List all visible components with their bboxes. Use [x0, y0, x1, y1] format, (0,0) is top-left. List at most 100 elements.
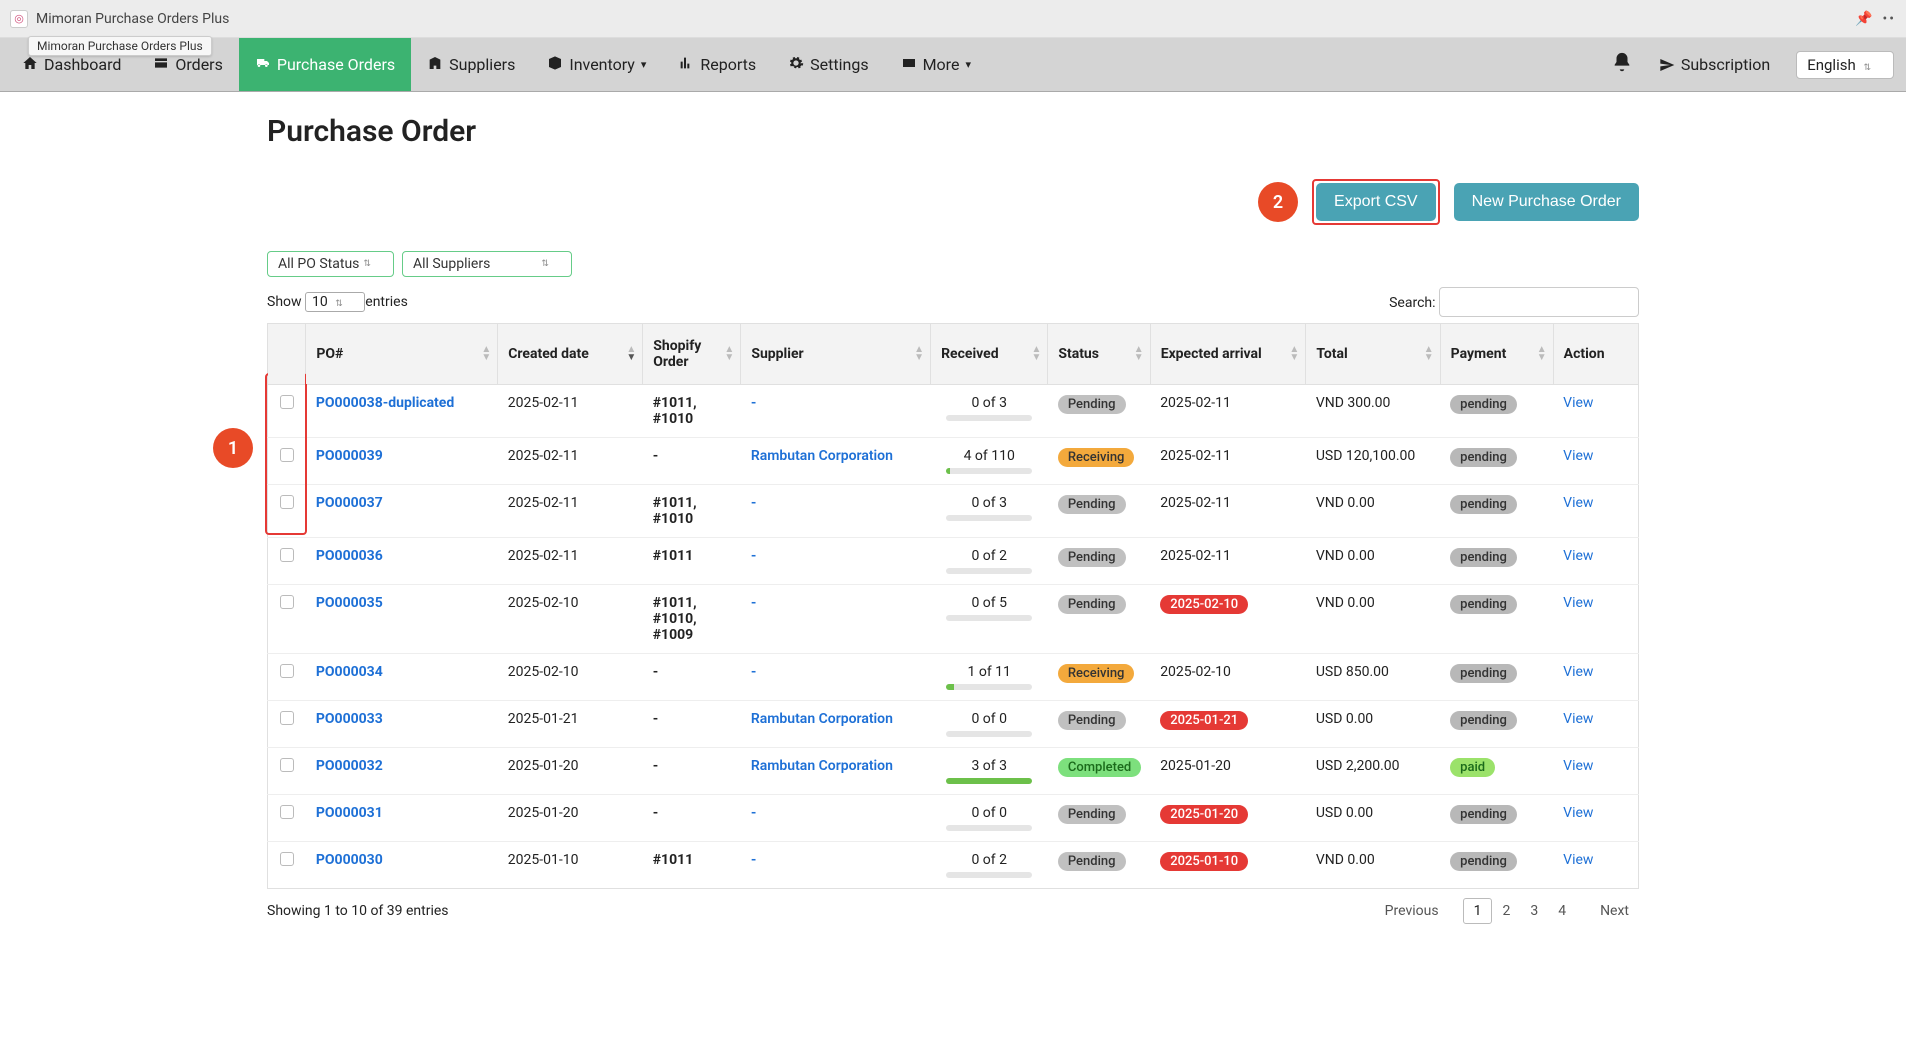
chevron-down-icon: ▾: [641, 58, 647, 71]
table-row: PO000038-duplicated2025-02-11#1011, #101…: [268, 385, 1639, 438]
nav-item-label: Suppliers: [449, 55, 515, 74]
view-link[interactable]: View: [1563, 548, 1593, 564]
column-header[interactable]: Created date▲▼: [498, 324, 643, 385]
received-text: 0 of 0: [971, 711, 1007, 727]
search-label: Search:: [1389, 295, 1435, 311]
view-link[interactable]: View: [1563, 852, 1593, 868]
view-link[interactable]: View: [1563, 805, 1593, 821]
nav-item-purchase-orders[interactable]: Purchase Orders: [239, 38, 411, 91]
payment-badge: pending: [1450, 548, 1517, 567]
status-badge: Pending: [1058, 548, 1126, 567]
view-link[interactable]: View: [1563, 758, 1593, 774]
column-header[interactable]: [268, 324, 306, 385]
sort-icon: ▲▼: [1424, 346, 1434, 362]
po-link[interactable]: PO000033: [316, 711, 383, 727]
po-link[interactable]: PO000035: [316, 595, 383, 611]
po-link[interactable]: PO000031: [316, 805, 383, 821]
pager-page[interactable]: 2: [1492, 899, 1520, 923]
column-header[interactable]: Received▲▼: [931, 324, 1048, 385]
table-info: Showing 1 to 10 of 39 entries: [267, 903, 449, 919]
more-icon[interactable]: ••: [1883, 11, 1896, 27]
status-badge: Pending: [1058, 395, 1126, 414]
search-control: Search:: [1389, 287, 1639, 317]
created-date: 2025-02-11: [498, 385, 643, 438]
status-filter-select[interactable]: All PO Status ⇅: [267, 251, 394, 277]
status-filter-value: All PO Status: [278, 256, 359, 272]
pager-next[interactable]: Next: [1590, 899, 1639, 923]
view-link[interactable]: View: [1563, 448, 1593, 464]
view-link[interactable]: View: [1563, 495, 1593, 511]
column-header[interactable]: Payment▲▼: [1440, 324, 1553, 385]
pager-previous[interactable]: Previous: [1375, 899, 1449, 923]
sort-icon: ▲▼: [724, 346, 734, 362]
column-header[interactable]: PO#▲▼: [306, 324, 498, 385]
column-header[interactable]: Expected arrival▲▼: [1150, 324, 1306, 385]
app-icon: ◎: [10, 10, 28, 28]
pin-icon[interactable]: 📌: [1855, 11, 1872, 27]
received-text: 0 of 3: [971, 495, 1007, 511]
column-header[interactable]: Total▲▼: [1306, 324, 1440, 385]
view-link[interactable]: View: [1563, 664, 1593, 680]
notifications-icon[interactable]: [1611, 51, 1633, 78]
export-csv-button[interactable]: Export CSV: [1316, 183, 1436, 221]
table-row: PO0000392025-02-11-Rambutan Corporation4…: [268, 438, 1639, 485]
po-link[interactable]: PO000032: [316, 758, 383, 774]
row-checkbox[interactable]: [280, 758, 294, 772]
eta-overdue-badge: 2025-01-21: [1160, 711, 1248, 730]
po-link[interactable]: PO000039: [316, 448, 383, 464]
row-checkbox[interactable]: [280, 548, 294, 562]
row-checkbox[interactable]: [280, 805, 294, 819]
column-header[interactable]: Action: [1553, 324, 1638, 385]
po-link[interactable]: PO000037: [316, 495, 383, 511]
received-progress: 0 of 5: [941, 595, 1038, 621]
nav-item-more[interactable]: More▾: [885, 38, 987, 91]
row-checkbox[interactable]: [280, 395, 294, 409]
view-link[interactable]: View: [1563, 595, 1593, 611]
column-header[interactable]: Status▲▼: [1048, 324, 1150, 385]
nav-subscription[interactable]: Subscription: [1653, 55, 1776, 74]
pager-page[interactable]: 1: [1463, 898, 1493, 924]
po-link[interactable]: PO000030: [316, 852, 383, 868]
eta-date: 2025-02-10: [1150, 654, 1306, 701]
received-text: 3 of 3: [971, 758, 1007, 774]
nav-item-suppliers[interactable]: Suppliers: [411, 38, 531, 91]
column-header[interactable]: Shopify Order▲▼: [643, 324, 741, 385]
row-checkbox[interactable]: [280, 664, 294, 678]
search-input[interactable]: [1439, 287, 1639, 317]
supplier-link[interactable]: Rambutan Corporation: [751, 448, 893, 464]
po-link[interactable]: PO000034: [316, 664, 383, 680]
status-badge: Pending: [1058, 595, 1126, 614]
row-checkbox[interactable]: [280, 852, 294, 866]
supplier-link[interactable]: Rambutan Corporation: [751, 711, 893, 727]
supplier-empty: -: [751, 548, 757, 564]
pager-page[interactable]: 3: [1520, 899, 1548, 923]
view-link[interactable]: View: [1563, 395, 1593, 411]
length-select[interactable]: 10 ⇅: [305, 292, 365, 312]
view-link[interactable]: View: [1563, 711, 1593, 727]
card-icon: [901, 55, 917, 75]
new-purchase-order-button[interactable]: New Purchase Order: [1454, 183, 1639, 221]
sort-icon: ▲▼: [481, 346, 491, 362]
language-select[interactable]: English ⇅: [1796, 51, 1894, 79]
send-icon: [1659, 57, 1675, 73]
po-link[interactable]: PO000036: [316, 548, 383, 564]
shopify-order: #1011, #1010: [643, 485, 741, 538]
row-checkbox[interactable]: [280, 595, 294, 609]
nav-item-settings[interactable]: Settings: [772, 38, 884, 91]
row-checkbox[interactable]: [280, 448, 294, 462]
received-text: 0 of 2: [971, 852, 1007, 868]
pager-page[interactable]: 4: [1548, 899, 1576, 923]
chevron-updown-icon: ⇅: [541, 259, 549, 269]
column-header[interactable]: Supplier▲▼: [741, 324, 931, 385]
received-progress: 4 of 110: [941, 448, 1038, 474]
nav-item-inventory[interactable]: Inventory▾: [531, 38, 662, 91]
chevron-updown-icon: ⇅: [335, 299, 343, 309]
row-checkbox[interactable]: [280, 495, 294, 509]
received-progress: 1 of 11: [941, 664, 1038, 690]
supplier-filter-select[interactable]: All Suppliers ⇅: [402, 251, 572, 277]
app-tooltip: Mimoran Purchase Orders Plus: [28, 36, 212, 56]
nav-item-reports[interactable]: Reports: [662, 38, 772, 91]
po-link[interactable]: PO000038-duplicated: [316, 395, 454, 411]
supplier-link[interactable]: Rambutan Corporation: [751, 758, 893, 774]
row-checkbox[interactable]: [280, 711, 294, 725]
